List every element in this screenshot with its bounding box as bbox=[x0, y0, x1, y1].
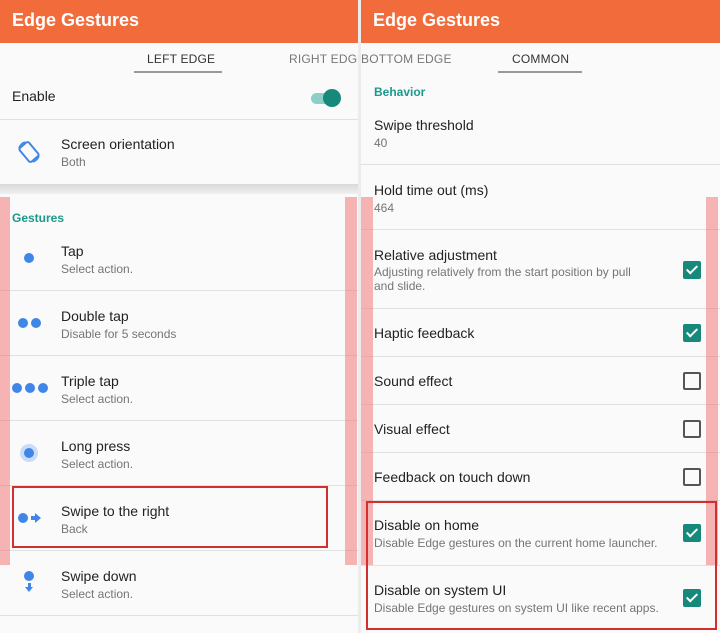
enable-switch[interactable] bbox=[311, 88, 341, 108]
left-edge-area-overlay bbox=[0, 197, 10, 565]
visual-effect-checkbox[interactable] bbox=[683, 420, 701, 438]
section-separator bbox=[0, 184, 358, 194]
relative-adjustment-checkbox[interactable] bbox=[683, 261, 701, 279]
haptic-feedback-checkbox[interactable] bbox=[683, 324, 701, 342]
tab-left-edge[interactable]: LEFT EDGE bbox=[147, 52, 215, 66]
screen-orientation-value: Both bbox=[61, 155, 86, 169]
gesture-row-long-press[interactable]: Long press Select action. bbox=[0, 421, 358, 486]
edge-tabs: BOTTOM EDGE COMMON bbox=[361, 43, 720, 77]
app-title: Edge Gestures bbox=[0, 0, 358, 43]
option-row-feedback-touch-down[interactable]: Feedback on touch down bbox=[361, 453, 720, 501]
option-title: Relative adjustment bbox=[374, 247, 497, 263]
option-row-relative-adjustment[interactable]: Relative adjustment Adjusting relatively… bbox=[361, 230, 720, 309]
option-title: Visual effect bbox=[374, 421, 450, 437]
left-edge-screen: Edge Gestures LEFT EDGE RIGHT EDGE Enabl… bbox=[0, 0, 358, 633]
gesture-title: Double tap bbox=[61, 308, 129, 324]
option-title: Feedback on touch down bbox=[374, 469, 531, 485]
option-title: Haptic feedback bbox=[374, 325, 475, 341]
gesture-title: Triple tap bbox=[61, 373, 119, 389]
active-tab-indicator bbox=[134, 71, 222, 73]
gesture-action: Disable for 5 seconds bbox=[61, 327, 177, 341]
option-row-visual-effect[interactable]: Visual effect bbox=[361, 405, 720, 453]
screen-orientation-row[interactable]: Screen orientation Both bbox=[0, 120, 358, 184]
gesture-row-double-tap[interactable]: Double tap Disable for 5 seconds bbox=[0, 291, 358, 356]
hold-timeout-value: 464 bbox=[374, 201, 395, 215]
gesture-title: Long press bbox=[61, 438, 131, 454]
option-summary-continued: and slide. bbox=[374, 279, 426, 293]
hold-timeout-title: Hold time out (ms) bbox=[374, 182, 489, 198]
long-press-icon bbox=[20, 444, 38, 462]
gesture-title: Tap bbox=[61, 243, 84, 259]
enable-label: Enable bbox=[12, 88, 56, 104]
gesture-row-tap[interactable]: Tap Select action. bbox=[0, 226, 358, 291]
right-edge-area-overlay bbox=[345, 197, 357, 565]
gesture-row-triple-tap[interactable]: Triple tap Select action. bbox=[0, 356, 358, 421]
screen-rotation-icon bbox=[18, 141, 40, 163]
swipe-threshold-row[interactable]: Swipe threshold 40 bbox=[361, 100, 720, 165]
gesture-action: Select action. bbox=[61, 587, 134, 601]
enable-row[interactable]: Enable bbox=[0, 77, 358, 120]
swipe-threshold-value: 40 bbox=[374, 136, 388, 150]
gesture-action: Select action. bbox=[61, 392, 134, 406]
highlight-swipe-right bbox=[12, 486, 328, 548]
active-tab-indicator bbox=[498, 71, 582, 73]
tab-common[interactable]: COMMON bbox=[512, 52, 569, 66]
option-title: Sound effect bbox=[374, 373, 453, 389]
option-row-haptic-feedback[interactable]: Haptic feedback bbox=[361, 309, 720, 357]
feedback-touch-down-checkbox[interactable] bbox=[683, 468, 701, 486]
sound-effect-checkbox[interactable] bbox=[683, 372, 701, 390]
gesture-action: Select action. bbox=[61, 457, 134, 471]
option-row-sound-effect[interactable]: Sound effect bbox=[361, 357, 720, 405]
gesture-row-swipe-down[interactable]: Swipe down Select action. bbox=[0, 551, 358, 616]
single-dot-icon bbox=[24, 253, 34, 263]
swipe-threshold-title: Swipe threshold bbox=[374, 117, 474, 133]
gestures-section-header: Gestures bbox=[12, 211, 65, 225]
screen-orientation-title: Screen orientation bbox=[61, 136, 175, 152]
tab-bottom-edge[interactable]: BOTTOM EDGE bbox=[361, 52, 452, 66]
app-title: Edge Gestures bbox=[361, 0, 720, 43]
edge-tabs: LEFT EDGE RIGHT EDGE bbox=[0, 43, 358, 77]
hold-timeout-row[interactable]: Hold time out (ms) 464 bbox=[361, 165, 720, 230]
option-summary: Adjusting relatively from the start posi… bbox=[374, 265, 631, 279]
gesture-action: Select action. bbox=[61, 262, 134, 276]
behavior-section-header: Behavior bbox=[374, 85, 426, 99]
highlight-disable-options bbox=[366, 501, 717, 630]
tab-right-edge[interactable]: RIGHT EDGE bbox=[289, 52, 358, 66]
common-settings-screen: Edge Gestures BOTTOM EDGE COMMON Behavio… bbox=[361, 0, 720, 633]
gesture-title: Swipe down bbox=[61, 568, 137, 584]
